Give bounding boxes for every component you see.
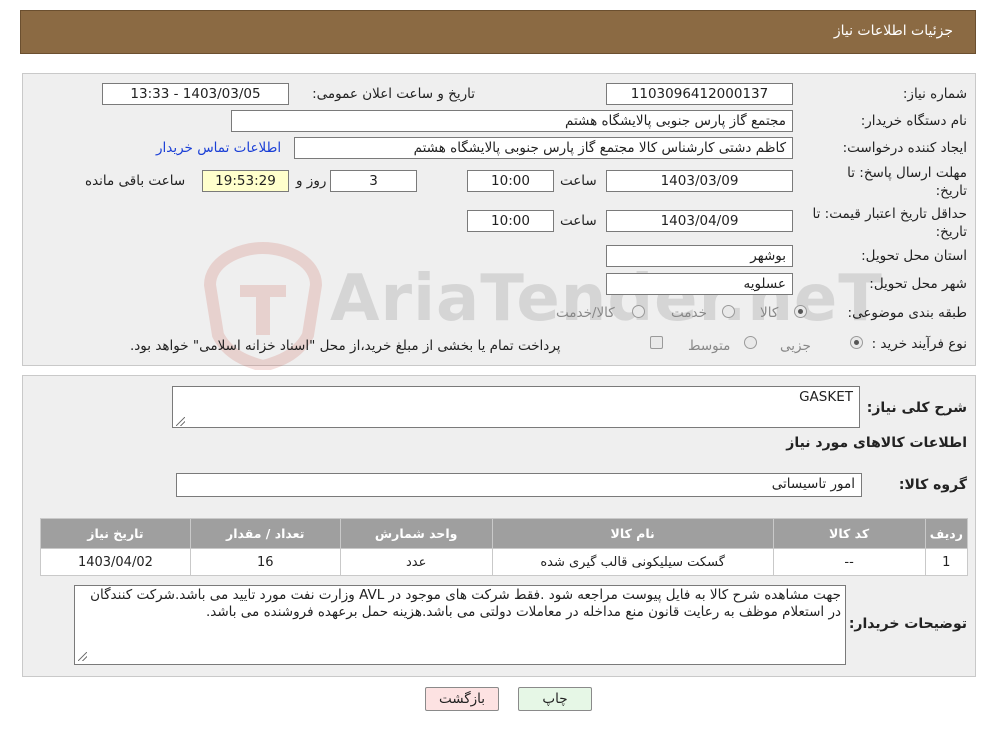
category-service-label: خدمت (671, 305, 707, 321)
page-header: جزئیات اطلاعات نیاز (20, 10, 976, 54)
col-name: نام کالا (491, 518, 774, 549)
need-number-field: 1103096412000137 (606, 83, 793, 105)
deadline-date-field: 1403/03/09 (606, 170, 793, 192)
deadline-label: مهلت ارسال پاسخ: تا (847, 165, 967, 181)
validity-date-field: 1403/04/09 (606, 210, 793, 232)
category-radio-goods[interactable] (794, 305, 807, 318)
summary-label: شرح کلی نیاز: (866, 400, 967, 416)
cell-unit: عدد (339, 548, 493, 576)
remaining-time-field: 19:53:29 (202, 170, 289, 192)
buyer-notes-textarea[interactable]: جهت مشاهده شرح کالا به فایل پیوست مراجعه… (74, 585, 846, 665)
remaining-time-label: ساعت باقی مانده (85, 173, 186, 189)
deadline-time-field: 10:00 (467, 170, 554, 192)
cell-quantity: 16 (189, 548, 341, 576)
buyer-org-field: مجتمع گاز پارس جنوبی پالایشگاه هشتم (231, 110, 793, 132)
table-row: 1 -- گسکت سیلیکونی قالب گیری شده عدد 16 … (40, 548, 969, 576)
process-radio-medium[interactable] (744, 336, 757, 349)
summary-text: GASKET (799, 389, 853, 405)
col-quantity: تعداد / مقدار (189, 518, 341, 549)
days-label: روز و (296, 173, 327, 189)
process-label: نوع فرآیند خرید : (871, 336, 967, 352)
col-row: ردیف (924, 518, 969, 549)
cell-name: گسکت سیلیکونی قالب گیری شده (491, 548, 774, 576)
province-label: استان محل تحویل: (861, 248, 967, 264)
days-field: 3 (330, 170, 417, 192)
buyer-org-label: نام دستگاه خریدار: (860, 113, 967, 129)
category-goods-label: کالا (760, 305, 779, 321)
cell-date: 1403/04/02 (40, 548, 191, 576)
group-field: امور تاسیساتی (176, 473, 862, 497)
col-code: کد کالا (772, 518, 926, 549)
province-field: بوشهر (606, 245, 793, 267)
category-radio-service[interactable] (722, 305, 735, 318)
summary-textarea[interactable]: GASKET (172, 386, 860, 428)
table-header-row: ردیف کد کالا نام کالا واحد شمارش تعداد /… (40, 518, 969, 549)
process-minor-label: جزیی (780, 338, 811, 354)
process-treasury-checkbox[interactable] (650, 336, 663, 349)
deadline-time-label: ساعت (560, 173, 597, 189)
col-unit: واحد شمارش (339, 518, 493, 549)
requester-field: کاظم دشتی کارشناس کالا مجتمع گاز پارس جن… (294, 137, 793, 159)
col-date: تاریخ نیاز (40, 518, 191, 549)
group-label: گروه کالا: (898, 477, 967, 493)
validity-label-date: تاریخ: (935, 224, 967, 240)
category-radio-goods-service[interactable] (632, 305, 645, 318)
announce-field: 1403/03/05 - 13:33 (102, 83, 289, 105)
announce-label: تاریخ و ساعت اعلان عمومی: (312, 86, 475, 102)
validity-time-field: 10:00 (467, 210, 554, 232)
buyer-notes-text: جهت مشاهده شرح کالا به فایل پیوست مراجعه… (90, 587, 841, 620)
buyer-notes-label: توضیحات خریدار: (848, 616, 967, 632)
process-radio-minor[interactable] (850, 336, 863, 349)
cell-code: -- (772, 548, 926, 576)
need-number-label: شماره نیاز: (902, 86, 967, 102)
validity-label: حداقل تاریخ اعتبار قیمت: تا (812, 206, 967, 222)
city-label: شهر محل تحویل: (869, 276, 967, 292)
category-goods-service-label: کالا/خدمت (556, 305, 615, 321)
city-field: عسلویه (606, 273, 793, 295)
requester-label: ایجاد کننده درخواست: (842, 140, 967, 156)
process-medium-label: متوسط (688, 338, 731, 354)
back-button[interactable]: بازگشت (425, 687, 499, 711)
category-label: طبقه بندی موضوعی: (847, 305, 967, 321)
page-title: جزئیات اطلاعات نیاز (833, 23, 953, 39)
print-button[interactable]: چاپ (518, 687, 592, 711)
contact-buyer-link[interactable]: اطلاعات تماس خریدار (156, 140, 281, 156)
validity-time-label: ساعت (560, 213, 597, 229)
process-note: پرداخت تمام یا بخشی از مبلغ خرید،از محل … (130, 338, 561, 354)
items-table: ردیف کد کالا نام کالا واحد شمارش تعداد /… (40, 518, 969, 576)
goods-info-title: اطلاعات کالاهای مورد نیاز (786, 435, 967, 451)
summary-resize-handle[interactable] (176, 417, 185, 426)
buyer-notes-resize-handle[interactable] (78, 652, 87, 661)
cell-row: 1 (924, 548, 969, 576)
deadline-label-date: تاریخ: (935, 183, 967, 199)
